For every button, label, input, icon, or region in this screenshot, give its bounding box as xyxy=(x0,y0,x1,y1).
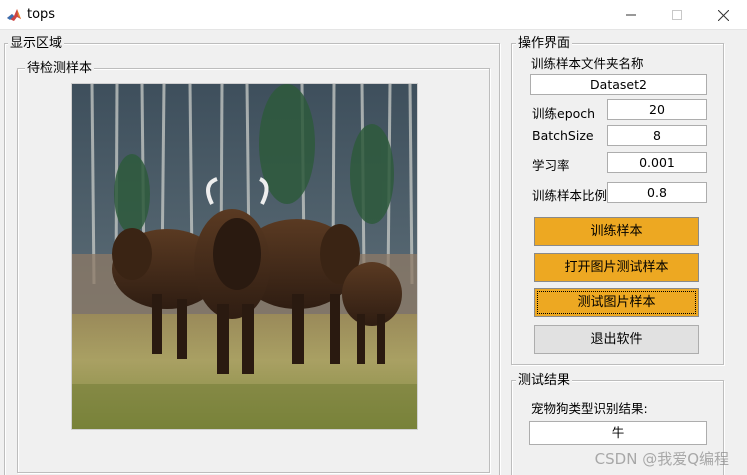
matlab-icon xyxy=(6,7,22,23)
maximize-button[interactable] xyxy=(654,0,700,30)
result-title: 测试结果 xyxy=(516,373,573,388)
train-ratio-label: 训练样本比例 xyxy=(532,188,608,203)
train-ratio-field[interactable]: 0.8 xyxy=(607,182,707,203)
minimize-button[interactable] xyxy=(608,0,654,30)
folder-label: 训练样本文件夹名称 xyxy=(531,56,644,71)
sample-image xyxy=(71,83,418,430)
learning-rate-field[interactable]: 0.001 xyxy=(607,152,707,173)
maximize-icon xyxy=(672,10,682,20)
exit-button[interactable]: 退出软件 xyxy=(534,325,699,354)
epoch-label: 训练epoch xyxy=(532,106,596,121)
window-title: tops xyxy=(27,7,56,22)
operations-title: 操作界面 xyxy=(516,36,573,51)
batchsize-field[interactable]: 8 xyxy=(607,125,707,146)
title-bar: tops xyxy=(0,0,747,30)
train-button[interactable]: 训练样本 xyxy=(534,217,699,246)
close-button[interactable] xyxy=(700,0,746,30)
display-area-title: 显示区域 xyxy=(8,36,65,51)
open-image-button[interactable]: 打开图片测试样本 xyxy=(534,253,699,282)
batchsize-label: BatchSize xyxy=(532,128,594,143)
folder-field[interactable]: Dataset2 xyxy=(530,74,707,95)
result-field[interactable]: 牛 xyxy=(529,421,707,445)
watermark: CSDN @我爱Q编程 xyxy=(594,450,729,468)
close-icon xyxy=(717,9,729,21)
result-label: 宠物狗类型识别结果: xyxy=(531,401,648,416)
sample-panel-title: 待检测样本 xyxy=(25,61,95,76)
test-image-button[interactable]: 测试图片样本 xyxy=(534,288,699,317)
epoch-field[interactable]: 20 xyxy=(607,99,707,120)
minimize-icon xyxy=(626,14,636,16)
learning-rate-label: 学习率 xyxy=(532,158,570,173)
